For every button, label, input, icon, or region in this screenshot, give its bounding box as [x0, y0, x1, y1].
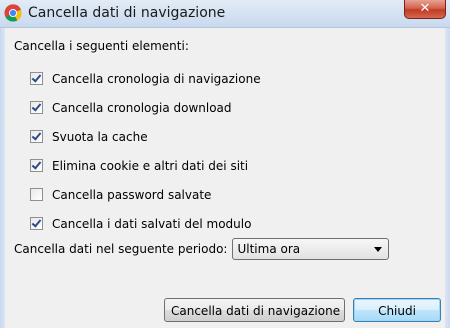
checkbox[interactable]	[30, 188, 43, 201]
checkbox-item-clear-passwords[interactable]: Cancella password salvate	[30, 180, 261, 209]
period-select-value: Ultima ora	[237, 242, 301, 256]
window-title: Cancella dati di navigazione	[28, 5, 226, 21]
checkbox-item-delete-cookies[interactable]: Elimina cookie e altri dati dei siti	[30, 151, 261, 180]
period-row: Cancella dati nel seguente periodo: Ulti…	[14, 238, 390, 260]
section-heading: Cancella i seguenti elementi:	[14, 39, 189, 53]
period-label: Cancella dati nel seguente periodo:	[14, 242, 228, 256]
checkbox-label: Cancella password salvate	[52, 187, 212, 202]
checkbox-list: Cancella cronologia di navigazione Cance…	[30, 64, 261, 238]
chrome-icon	[4, 4, 22, 22]
checkbox[interactable]	[30, 72, 43, 85]
clear-data-button[interactable]: Cancella dati di navigazione	[164, 298, 345, 322]
chevron-down-icon	[374, 246, 383, 252]
period-select[interactable]: Ultima ora	[232, 238, 390, 260]
checkbox-item-empty-cache[interactable]: Svuota la cache	[30, 122, 261, 151]
checkbox[interactable]	[30, 217, 43, 230]
checkbox-label: Cancella cronologia di navigazione	[52, 71, 261, 86]
checkbox[interactable]	[30, 130, 43, 143]
checkbox-label: Elimina cookie e altri dati dei siti	[52, 158, 249, 173]
close-button[interactable]: Chiudi	[353, 298, 441, 322]
checkbox-label: Cancella cronologia download	[52, 100, 232, 115]
checkbox[interactable]	[30, 101, 43, 114]
window-frame-left	[0, 28, 5, 328]
checkbox-label: Svuota la cache	[52, 129, 148, 144]
checkbox[interactable]	[30, 159, 43, 172]
checkbox-item-clear-history[interactable]: Cancella cronologia di navigazione	[30, 64, 261, 93]
checkbox-label: Cancella i dati salvati del modulo	[52, 216, 252, 231]
window-close-button[interactable]: ✕	[404, 0, 446, 19]
checkbox-item-clear-downloads[interactable]: Cancella cronologia download	[30, 93, 261, 122]
title-bar[interactable]: Cancella dati di navigazione ✕	[0, 0, 450, 28]
close-icon: ✕	[419, 1, 431, 16]
window-frame-right	[445, 28, 450, 328]
checkbox-item-clear-form-data[interactable]: Cancella i dati salvati del modulo	[30, 209, 261, 238]
